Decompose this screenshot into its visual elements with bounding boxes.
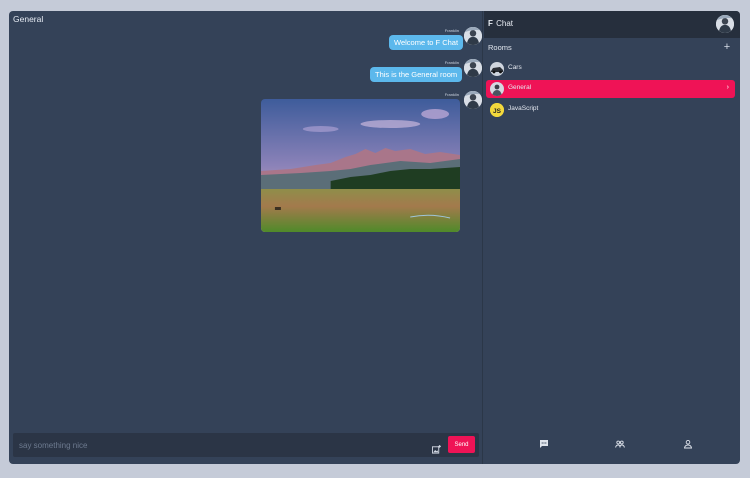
- room-label: General: [508, 84, 532, 91]
- sidebar-header: F Chat: [484, 11, 740, 38]
- app-brand: F Chat: [488, 19, 513, 28]
- sidebar: F Chat Rooms + Cars General › JS JavaScr…: [484, 11, 740, 464]
- room-avatar: JS: [490, 103, 504, 117]
- message-author: Franklin: [444, 92, 459, 97]
- chat-icon[interactable]: [539, 439, 549, 449]
- profile-avatar[interactable]: [716, 15, 734, 33]
- chevron-right-icon: ›: [726, 84, 729, 91]
- room-avatar: [490, 62, 504, 76]
- message-bubble: This is the General room: [370, 67, 463, 82]
- room-item-cars[interactable]: Cars: [486, 60, 735, 78]
- room-avatar: [490, 82, 504, 96]
- chat-pane: General Franklin Welcome to F Chat Frank…: [9, 11, 483, 464]
- user-avatar[interactable]: [464, 91, 482, 109]
- image-add-icon[interactable]: [432, 441, 441, 454]
- user-avatar[interactable]: [464, 59, 482, 77]
- room-item-javascript[interactable]: JS JavaScript: [486, 101, 735, 119]
- room-label: JavaScript: [508, 105, 539, 112]
- person-icon[interactable]: [683, 439, 693, 449]
- rooms-title: Rooms: [488, 43, 512, 52]
- room-label: Cars: [508, 64, 522, 71]
- room-title: General: [13, 14, 44, 24]
- user-avatar[interactable]: [464, 27, 482, 45]
- send-button[interactable]: Send: [448, 436, 475, 453]
- message-input[interactable]: [19, 436, 419, 454]
- people-icon[interactable]: [615, 439, 625, 449]
- message-composer: Send: [13, 433, 479, 457]
- plus-icon[interactable]: +: [722, 42, 732, 53]
- message-author: Franklin: [444, 60, 459, 65]
- room-item-general[interactable]: General ›: [486, 80, 735, 98]
- room-avatar-text: JS: [493, 108, 502, 115]
- brand-name: Chat: [496, 19, 514, 28]
- mountain-landscape-photo[interactable]: [261, 99, 460, 232]
- message-author: Franklin: [444, 28, 459, 33]
- app-window: General Franklin Welcome to F Chat Frank…: [9, 11, 740, 464]
- brand-letter: F: [488, 19, 493, 28]
- message-bubble: Welcome to F Chat: [389, 35, 464, 50]
